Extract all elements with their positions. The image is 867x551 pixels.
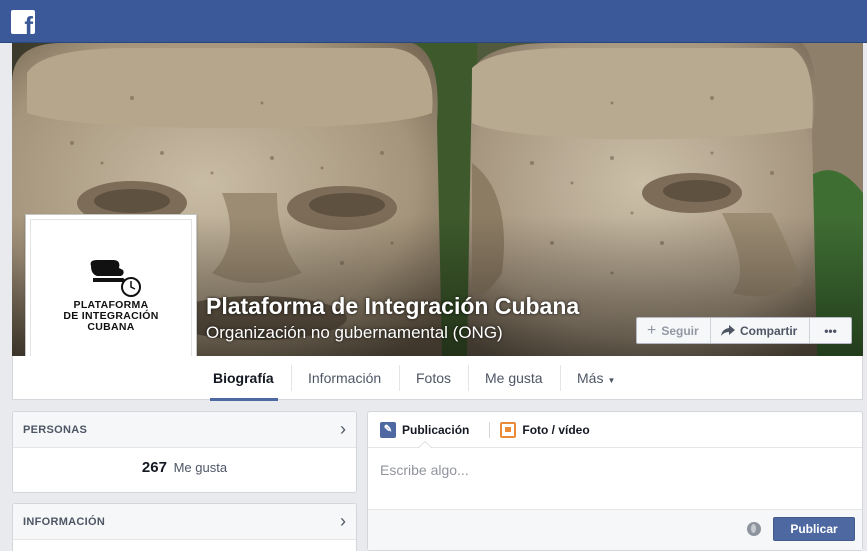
composer-tabs: ✎ Publicación Foto / vídeo (368, 412, 862, 448)
logo-line-3: CUBANA (87, 321, 135, 333)
people-panel: PERSONAS › 267 Me gusta (12, 411, 357, 493)
info-panel-header[interactable]: INFORMACIÓN › (13, 504, 356, 540)
chevron-right-icon: › (340, 511, 346, 531)
photo-icon (500, 421, 517, 438)
facebook-logo-glyph: f (24, 11, 33, 34)
composer-tab-divider (489, 421, 491, 438)
tab-more-label: Más (577, 370, 604, 386)
page-title[interactable]: Plataforma de Integración Cubana (206, 293, 579, 320)
tab-divider (291, 365, 292, 391)
share-button[interactable]: Compartir (711, 318, 810, 343)
info-panel: INFORMACIÓN › (12, 503, 357, 551)
share-label: Compartir (740, 323, 798, 338)
pencil-icon: ✎ (380, 421, 396, 438)
follow-button[interactable]: + Seguir (637, 318, 711, 343)
people-panel-title: PERSONAS (23, 423, 88, 436)
composer-tab-photo-label: Foto / vídeo (522, 422, 590, 437)
composer-footer: Publicar (368, 510, 862, 550)
logo-wordmark: PLATAFORMA DE INTEGRACIÓN CUBANA (31, 300, 191, 333)
facebook-logo-icon[interactable]: f (11, 10, 35, 34)
page-category[interactable]: Organización no gubernamental (ONG) (206, 323, 503, 343)
likes-number: 267 (141, 459, 167, 476)
follow-label: Seguir (661, 323, 699, 338)
info-panel-title: INFORMACIÓN (23, 515, 106, 528)
page-tabs: Biografía Información Fotos Me gusta Más… (12, 356, 863, 401)
composer-tab-post-label: Publicación (402, 422, 470, 437)
people-panel-header[interactable]: PERSONAS › (13, 412, 356, 448)
composer-input[interactable]: Escribe algo... (368, 448, 862, 510)
tab-timeline[interactable]: Biografía (210, 356, 278, 401)
tab-more[interactable]: Más ▼ (577, 356, 615, 400)
page-actions: + Seguir Compartir ••• (636, 317, 852, 344)
caret-down-icon: ▼ (607, 376, 616, 385)
more-dots-icon: ••• (824, 323, 837, 338)
globe-icon[interactable] (747, 522, 761, 536)
tab-photos[interactable]: Fotos (416, 356, 451, 400)
more-options-button[interactable]: ••• (810, 318, 851, 343)
likes-count[interactable]: 267 Me gusta (13, 448, 356, 476)
tab-divider (560, 365, 561, 391)
composer-tab-photo[interactable]: Foto / vídeo (500, 421, 590, 438)
active-tab-notch (418, 441, 432, 448)
top-navigation-bar: f (0, 0, 867, 43)
tab-divider (468, 365, 469, 391)
organization-logo-icon (90, 260, 141, 297)
publish-button[interactable]: Publicar (773, 517, 855, 541)
tab-about[interactable]: Información (308, 356, 381, 400)
tab-divider (399, 365, 400, 391)
tab-likes[interactable]: Me gusta (485, 356, 543, 400)
plus-icon: + (647, 321, 657, 339)
chevron-right-icon: › (340, 419, 346, 439)
likes-label: Me gusta (173, 460, 228, 475)
share-arrow-icon (721, 324, 735, 336)
post-composer: ✎ Publicación Foto / vídeo Escribe algo.… (367, 411, 863, 551)
composer-tab-post[interactable]: ✎ Publicación (380, 421, 470, 438)
